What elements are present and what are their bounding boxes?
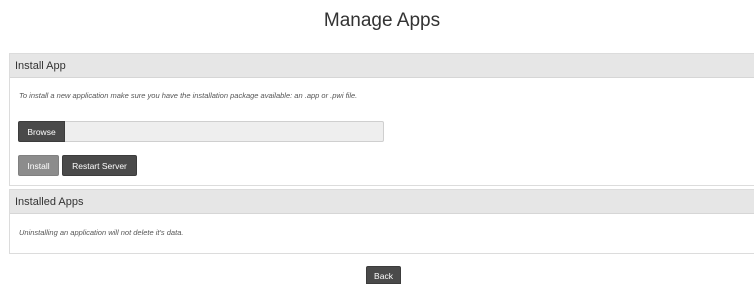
install-app-header: Install App xyxy=(10,54,754,78)
installed-apps-panel: Installed Apps Uninstalling an applicati… xyxy=(9,189,754,254)
installed-apps-header: Installed Apps xyxy=(10,190,754,214)
browse-button[interactable]: Browse xyxy=(18,121,65,142)
page-title: Manage Apps xyxy=(323,10,441,31)
manage-apps-page: Manage Apps Install App To install a new… xyxy=(0,0,754,284)
installed-apps-description: Uninstalling an application will not del… xyxy=(19,228,184,237)
file-picker: Browse xyxy=(18,121,384,142)
install-app-description: To install a new application make sure y… xyxy=(19,91,358,100)
restart-server-button[interactable]: Restart Server xyxy=(62,155,137,176)
file-path-field[interactable] xyxy=(65,121,384,142)
back-button[interactable]: Back xyxy=(366,266,401,284)
install-app-panel: Install App To install a new application… xyxy=(9,53,754,186)
install-button[interactable]: Install xyxy=(18,155,59,176)
